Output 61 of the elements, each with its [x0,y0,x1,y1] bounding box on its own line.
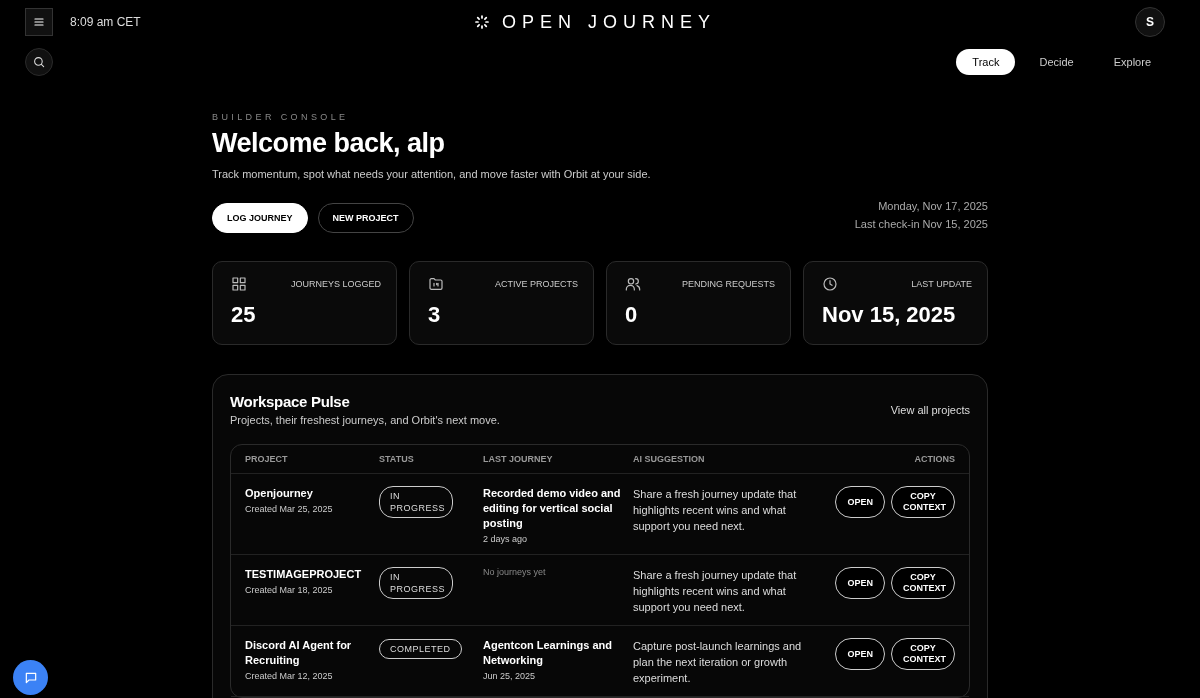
empty-journey-note: No journeys yet [483,567,547,577]
sunburst-logo-icon [474,14,490,30]
brand-name: OPEN JOURNEY [502,11,716,33]
users-icon [625,276,641,292]
welcome-heading: Welcome back, alp [212,128,446,159]
status-pill: IN PROGRESS [379,567,453,599]
stat-value: 0 [625,302,639,328]
stat-label: PENDING REQUESTS [682,279,775,289]
panel-subtitle: Projects, their freshest journeys, and Orbit's next move. [230,414,500,426]
grid-icon [231,276,247,292]
stat-label: LAST UPDATE [911,279,972,289]
eyebrow-label: BUILDER CONSOLE [212,112,350,122]
last-checkin: Last check-in Nov 15, 2025 [854,217,988,232]
clock-icon [822,276,838,292]
folder-icon [428,276,444,292]
open-button[interactable]: OPEN [835,486,885,518]
copy-context-button[interactable]: COPY CONTEXT [891,638,955,670]
user-avatar[interactable]: S [1135,7,1165,37]
copy-context-button[interactable]: COPY CONTEXT [891,486,955,518]
chat-button[interactable] [13,660,48,695]
log-journey-button[interactable]: LOG JOURNEY [212,203,308,233]
current-date: Monday, Nov 17, 2025 [877,199,988,214]
project-name: TESTIMAGEPROJECT [245,567,363,582]
column-header: STATUS [379,454,415,464]
ai-suggestion: Share a fresh journey update that highlights recent wins and what support you need next. [633,568,798,615]
status-pill: IN PROGRESS [379,486,453,518]
search-icon [32,55,46,69]
created-date: Created Mar 12, 2025 [245,671,334,681]
project-name: Openjourney [245,486,314,501]
menu-button[interactable] [25,8,53,36]
welcome-subtitle: Track momentum, spot what needs your attention, and move faster with Orbit at your side. [212,168,652,180]
open-button[interactable]: OPEN [835,638,885,670]
nav-tab[interactable]: Decide [1023,49,1090,75]
ai-suggestion: Capture post-launch learnings and plan the next iteration or growth experiment. [633,639,803,686]
panel-title: Workspace Pulse [230,393,351,410]
journey-title: Agentcon Learnings and Networking [483,638,613,668]
column-header: AI SUGGESTION [633,454,706,464]
open-button[interactable]: OPEN [835,567,885,599]
column-header: PROJECT [245,454,289,464]
view-all-projects-link[interactable]: View all projects [890,403,970,416]
stat-value: Nov 15, 2025 [822,302,957,328]
stat-label: ACTIVE PROJECTS [495,279,578,289]
search-button[interactable] [25,48,53,76]
stat-value: 3 [428,302,442,328]
nav-tab[interactable]: Explore [1097,49,1167,75]
clock-time: 8:09 am CET [70,15,141,29]
created-date: Created Mar 18, 2025 [245,585,334,595]
ai-suggestion: Share a fresh journey update that highlights recent wins and what support you need next. [633,487,798,534]
project-name: Discord AI Agent for Recruiting [245,638,353,668]
journey-date: 2 days ago [483,534,529,544]
copy-context-button[interactable]: COPY CONTEXT [891,567,955,599]
column-header: ACTIONS [913,454,955,464]
journey-title: Recorded demo video and editing for vertical social posting [483,486,622,531]
nav-tab[interactable]: Track [956,49,1016,75]
stat-value: 25 [231,302,257,328]
journey-date: Jun 25, 2025 [483,671,537,681]
new-project-button[interactable]: NEW PROJECT [317,203,414,233]
column-header: LAST JOURNEY [483,454,554,464]
stat-label: JOURNEYS LOGGED [290,279,381,289]
menu-icon [32,15,46,29]
created-date: Created Mar 25, 2025 [245,504,334,514]
